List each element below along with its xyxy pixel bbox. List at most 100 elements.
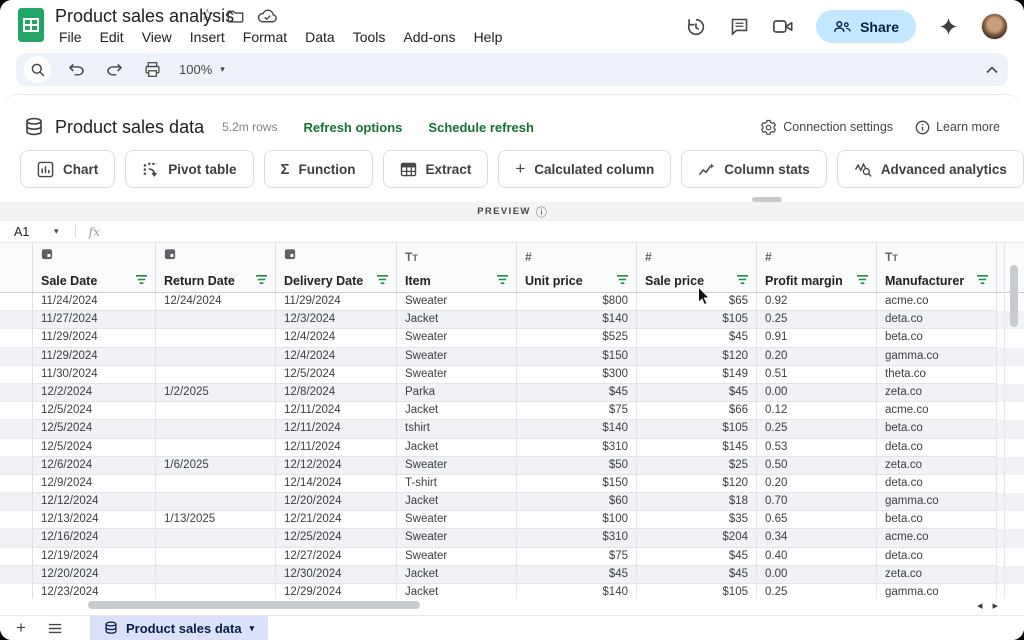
table-cell[interactable]: $50: [517, 457, 637, 475]
add-sheet-icon[interactable]: +: [8, 618, 34, 638]
table-cell[interactable]: $25: [637, 457, 757, 475]
table-cell[interactable]: Sweater: [397, 366, 517, 384]
table-cell[interactable]: 12/4/2024: [276, 348, 397, 366]
table-cell[interactable]: [156, 420, 276, 438]
menu-item-data[interactable]: Data: [296, 27, 344, 47]
filter-icon[interactable]: [135, 274, 148, 285]
table-cell[interactable]: $75: [517, 548, 637, 566]
cloud-status-icon[interactable]: [257, 9, 278, 24]
table-cell[interactable]: [156, 529, 276, 547]
table-cell[interactable]: zeta.co: [877, 457, 997, 475]
table-cell[interactable]: gamma.co: [877, 348, 997, 366]
page-prev-icon[interactable]: ◂: [977, 599, 983, 612]
vertical-scrollbar[interactable]: [1010, 265, 1018, 327]
table-cell[interactable]: 0.20: [757, 348, 877, 366]
table-cell[interactable]: [156, 348, 276, 366]
column-header-unit-price[interactable]: #Unit price: [517, 243, 637, 292]
table-cell[interactable]: 12/21/2024: [276, 511, 397, 529]
table-cell[interactable]: Sweater: [397, 529, 517, 547]
table-cell[interactable]: 11/27/2024: [33, 311, 156, 329]
table-cell[interactable]: $35: [637, 511, 757, 529]
column-header-delivery-date[interactable]: Delivery Date: [276, 243, 397, 292]
redo-icon[interactable]: [101, 57, 127, 83]
table-cell[interactable]: 11/29/2024: [33, 329, 156, 347]
table-cell[interactable]: Sweater: [397, 457, 517, 475]
menu-item-edit[interactable]: Edit: [91, 27, 133, 47]
table-cell[interactable]: beta.co: [877, 511, 997, 529]
table-cell[interactable]: 0.50: [757, 457, 877, 475]
table-cell[interactable]: $140: [517, 584, 637, 598]
table-cell[interactable]: $300: [517, 366, 637, 384]
version-history-icon[interactable]: [685, 16, 707, 38]
table-cell[interactable]: 11/29/2024: [276, 293, 397, 311]
table-cell[interactable]: theta.co: [877, 366, 997, 384]
filter-icon[interactable]: [496, 274, 509, 285]
row-gutter-cell[interactable]: [0, 529, 33, 547]
table-cell[interactable]: $45: [517, 566, 637, 584]
comments-icon[interactable]: [729, 16, 750, 37]
search-button[interactable]: [24, 56, 51, 83]
horizontal-scrollbar[interactable]: [88, 601, 420, 609]
menu-item-format[interactable]: Format: [234, 27, 296, 47]
table-cell[interactable]: 0.65: [757, 511, 877, 529]
column-header-return-date[interactable]: Return Date: [156, 243, 276, 292]
table-cell[interactable]: 0.00: [757, 384, 877, 402]
table-cell[interactable]: $105: [637, 420, 757, 438]
account-avatar[interactable]: [981, 13, 1008, 40]
sheets-logo-icon[interactable]: [18, 8, 44, 42]
filter-icon[interactable]: [376, 274, 389, 285]
table-cell[interactable]: [156, 566, 276, 584]
table-cell[interactable]: 11/24/2024: [33, 293, 156, 311]
table-cell[interactable]: 0.25: [757, 584, 877, 598]
calculated-column-button[interactable]: + Calculated column: [498, 150, 671, 188]
table-cell[interactable]: 12/5/2024: [33, 439, 156, 457]
table-cell[interactable]: acme.co: [877, 402, 997, 420]
collapse-toolbar-icon[interactable]: [986, 66, 998, 74]
row-gutter-cell[interactable]: [0, 293, 33, 311]
move-folder-icon[interactable]: [227, 9, 244, 23]
table-cell[interactable]: beta.co: [877, 329, 997, 347]
undo-icon[interactable]: [63, 57, 89, 83]
table-cell[interactable]: 12/4/2024: [276, 329, 397, 347]
table-cell[interactable]: 0.00: [757, 566, 877, 584]
table-cell[interactable]: [156, 439, 276, 457]
table-cell[interactable]: 1/6/2025: [156, 457, 276, 475]
column-header-sale-price[interactable]: #Sale price: [637, 243, 757, 292]
table-cell[interactable]: Jacket: [397, 402, 517, 420]
chart-button[interactable]: Chart: [20, 150, 115, 188]
all-sheets-icon[interactable]: [42, 623, 68, 634]
menu-item-help[interactable]: Help: [465, 27, 512, 47]
row-gutter-cell[interactable]: [0, 311, 33, 329]
table-cell[interactable]: deta.co: [877, 311, 997, 329]
table-cell[interactable]: 12/23/2024: [33, 584, 156, 598]
table-cell[interactable]: gamma.co: [877, 493, 997, 511]
table-cell[interactable]: 12/30/2024: [276, 566, 397, 584]
table-cell[interactable]: [156, 584, 276, 598]
table-cell[interactable]: Jacket: [397, 311, 517, 329]
table-cell[interactable]: 12/19/2024: [33, 548, 156, 566]
table-cell[interactable]: 0.25: [757, 311, 877, 329]
table-cell[interactable]: deta.co: [877, 439, 997, 457]
table-cell[interactable]: 12/11/2024: [276, 402, 397, 420]
zoom-selector[interactable]: 100% ▾: [179, 62, 225, 77]
table-cell[interactable]: $149: [637, 366, 757, 384]
row-gutter-cell[interactable]: [0, 348, 33, 366]
pivot-table-button[interactable]: Pivot table: [125, 150, 253, 188]
table-cell[interactable]: 12/11/2024: [276, 420, 397, 438]
table-cell[interactable]: $310: [517, 439, 637, 457]
gemini-sparkle-icon[interactable]: [938, 16, 959, 37]
filter-icon[interactable]: [856, 274, 869, 285]
table-cell[interactable]: $65: [637, 293, 757, 311]
table-cell[interactable]: 1/2/2025: [156, 384, 276, 402]
table-cell[interactable]: $45: [637, 566, 757, 584]
meet-camera-icon[interactable]: [772, 18, 794, 35]
row-gutter-cell[interactable]: [0, 493, 33, 511]
table-cell[interactable]: tshirt: [397, 420, 517, 438]
table-cell[interactable]: 12/5/2024: [33, 420, 156, 438]
table-cell[interactable]: acme.co: [877, 293, 997, 311]
page-next-icon[interactable]: ▸: [992, 599, 998, 612]
filter-icon[interactable]: [736, 274, 749, 285]
row-gutter-cell[interactable]: [0, 366, 33, 384]
name-box-caret-icon[interactable]: ▾: [54, 226, 59, 237]
column-header-profit-margin[interactable]: #Profit margin: [757, 243, 877, 292]
